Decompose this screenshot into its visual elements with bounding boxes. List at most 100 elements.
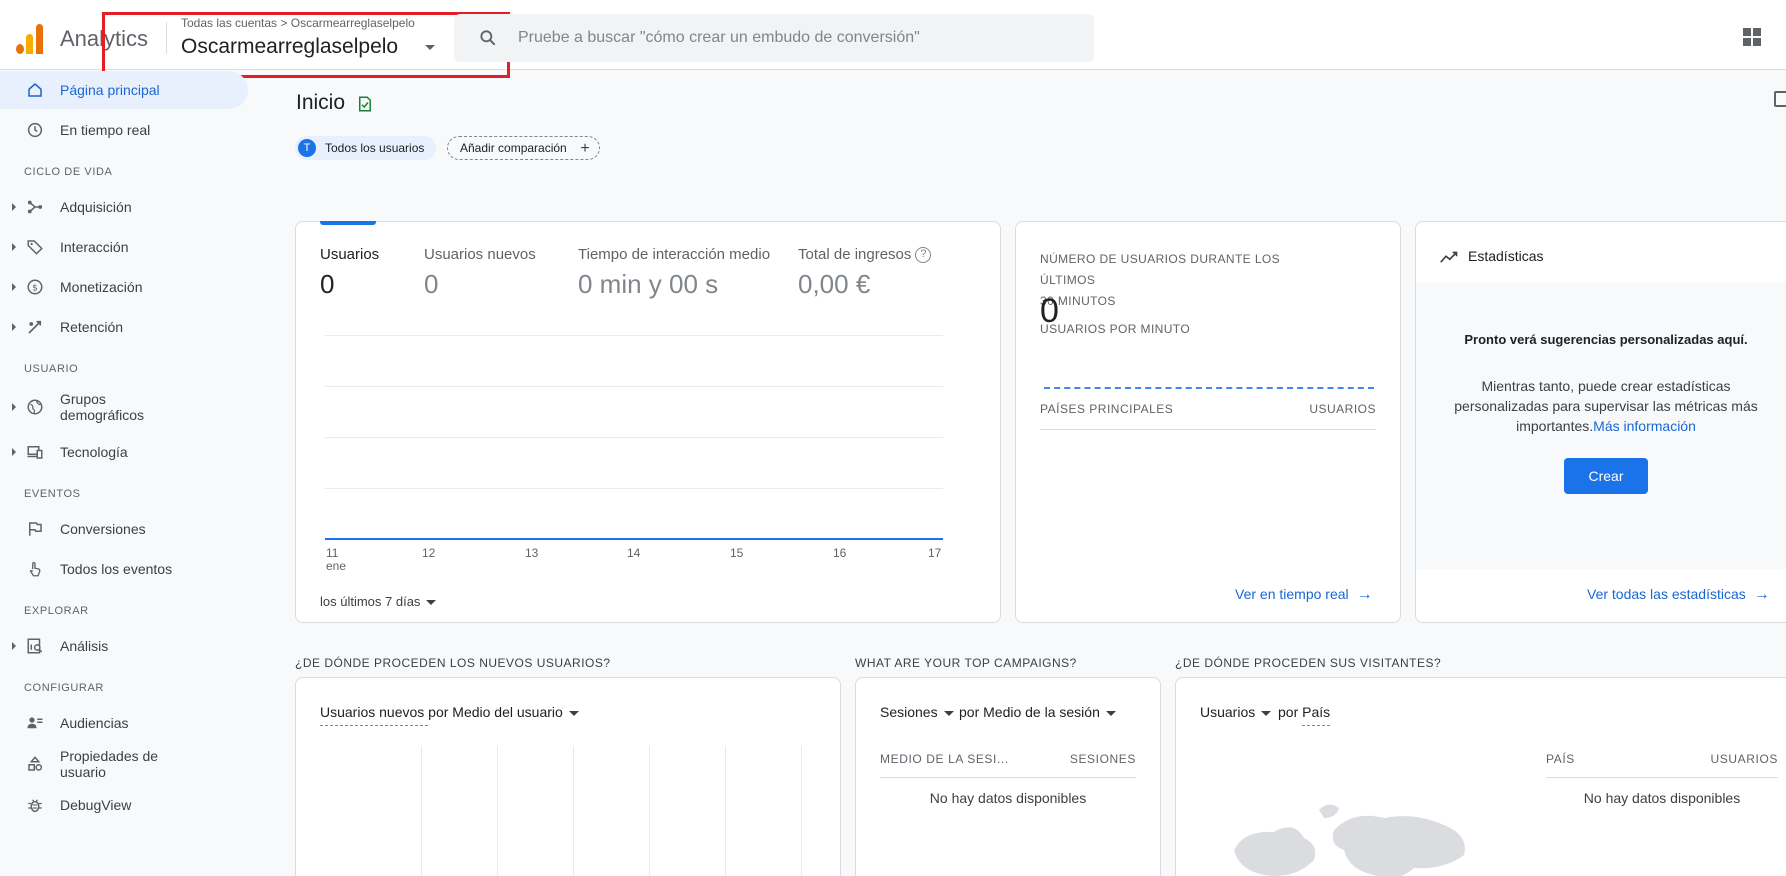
sidebar-item-conversions[interactable]: Conversiones — [0, 510, 248, 548]
selector-underline — [1302, 725, 1330, 726]
column-header: USUARIOS — [1710, 752, 1778, 766]
section-title-events: EVENTOS — [24, 488, 81, 500]
retention-icon — [28, 320, 42, 334]
dimension-selector[interactable]: Usuarios nuevos por Medio del usuario — [320, 704, 579, 720]
table-header: PAÍS USUARIOS — [1546, 752, 1778, 778]
sidebar-item-analysis[interactable]: Análisis — [0, 627, 248, 665]
plus-icon: + — [580, 140, 590, 157]
metric-users[interactable]: Usuarios 0 — [320, 246, 379, 300]
arrow-right-icon: → — [1356, 586, 1373, 603]
sidebar-item-label: Conversiones — [60, 521, 146, 537]
empty-state: No hay datos disponibles — [1583, 790, 1741, 806]
expand-arrow-icon[interactable] — [12, 448, 16, 456]
sidebar-item-label: Interacción — [60, 239, 129, 255]
expand-arrow-icon[interactable] — [12, 323, 16, 331]
more-info-link[interactable]: Más información — [1593, 418, 1696, 434]
insights-title: Estadísticas — [1468, 248, 1544, 264]
globe-icon — [27, 399, 43, 415]
sidebar-item-user-properties[interactable]: Propiedades de usuario — [0, 742, 248, 786]
x-tick: 16 — [833, 546, 847, 560]
sidebar-item-demographics[interactable]: Grupos demográficos — [0, 385, 248, 429]
home-icon — [28, 83, 42, 97]
metric-engagement-time[interactable]: Tiempo de interacción medio 0 min y 00 s — [578, 246, 770, 300]
top-bar: Analytics Todas las cuentas > Oscarmearr… — [0, 0, 1786, 78]
metric-label: Usuarios nuevos — [424, 246, 536, 263]
metric-value: 0,00 € — [798, 269, 871, 300]
sidebar-item-acquisition[interactable]: Adquisición — [0, 188, 248, 226]
sidebar-item-label: Audiencias — [60, 715, 129, 731]
visitors-card: Usuarios por País PAÍS USUARIOS No hay d… — [1175, 677, 1786, 876]
section-title-campaigns: WHAT ARE YOUR TOP CAMPAIGNS? — [855, 656, 1077, 670]
date-range-selector[interactable]: los últimos 7 días — [320, 594, 437, 609]
search-input[interactable]: Pruebe a buscar "cómo crear un embudo de… — [518, 29, 920, 47]
section-title-visitors: ¿DE DÓNDE PROCEDEN SUS VISITANTES? — [1175, 656, 1442, 670]
view-realtime-link[interactable]: Ver en tiempo real → — [1235, 586, 1373, 604]
x-tick: 11 — [326, 546, 339, 560]
section-title-new-users: ¿DE DÓNDE PROCEDEN LOS NUEVOS USUARIOS? — [295, 656, 611, 670]
acquisition-icon — [27, 200, 43, 214]
new-users-card: Usuarios nuevos por Medio del usuario — [295, 677, 841, 876]
sidebar-item-label: Análisis — [60, 638, 109, 654]
expand-arrow-icon[interactable] — [12, 243, 16, 251]
sidebar-item-label: En tiempo real — [60, 122, 151, 138]
touch-icon — [29, 561, 41, 577]
page-title: Inicio — [296, 91, 346, 114]
metric-label: Usuarios — [320, 246, 380, 263]
audience-icon — [27, 717, 43, 729]
metric-selector[interactable]: Usuarios — [1200, 704, 1272, 720]
insights-icon — [1440, 251, 1458, 263]
insights-body: Pronto verá sugerencias personalizadas a… — [1416, 282, 1786, 569]
column-header: PAÍSES PRINCIPALES — [1040, 402, 1174, 416]
table-header: PAÍSES PRINCIPALES USUARIOS — [1040, 402, 1376, 430]
sidebar-item-debugview[interactable]: DebugView — [0, 786, 248, 824]
column-header: MEDIO DE LA SESI... — [880, 752, 1009, 766]
sidebar-item-all-events[interactable]: Todos los eventos — [0, 550, 248, 588]
metric-new-users[interactable]: Usuarios nuevos 0 — [424, 246, 536, 300]
world-map — [1234, 804, 1465, 876]
section-title-lifecycle: CICLO DE VIDA — [24, 166, 113, 178]
sidebar-item-label: Adquisición — [60, 199, 132, 215]
dimension-selector[interactable]: por Medio de la sesión — [959, 704, 1116, 720]
gridline — [325, 437, 943, 438]
metric-label-row: Total de ingresos? — [798, 246, 932, 264]
sidebar-item-monetization[interactable]: $ Monetización — [0, 268, 248, 306]
gridline — [497, 746, 498, 876]
chip-label: Añadir comparación — [460, 141, 567, 155]
empty-state: No hay datos disponibles — [929, 790, 1087, 806]
create-button[interactable]: Crear — [1564, 458, 1648, 494]
sidebar-item-technology[interactable]: Tecnología — [0, 433, 248, 471]
gridline — [725, 746, 726, 876]
analytics-logo-icon[interactable] — [14, 22, 44, 54]
view-all-insights-link[interactable]: Ver todas las estadísticas → — [1587, 586, 1770, 604]
expand-arrow-icon[interactable] — [12, 403, 16, 411]
metric-revenue[interactable]: Total de ingresos? 0,00 € — [798, 246, 932, 300]
comparison-chip-all-users[interactable]: T Todos los usuarios — [295, 136, 437, 160]
overview-card: Usuarios 0 Usuarios nuevos 0 Tiempo de i… — [295, 221, 1001, 623]
realtime-title: NÚMERO DE USUARIOS DURANTE LOS ÚLTIMOS 30… — [1040, 252, 1281, 308]
gridline — [325, 386, 943, 387]
gridline — [325, 335, 943, 336]
sidebar-item-audiences[interactable]: Audiencias — [0, 704, 248, 742]
metric-selector[interactable]: Sesiones — [880, 704, 954, 720]
sidebar-item-label: Retención — [60, 319, 124, 335]
x-tick: 17 — [928, 546, 942, 560]
sidebar-item-engagement[interactable]: Interacción — [0, 228, 248, 266]
insights-text: Mientras tanto, puede crear estadísticas… — [1454, 378, 1758, 434]
sidebar-item-retention[interactable]: Retención — [0, 308, 248, 346]
add-comparison-button[interactable]: Añadir comparación + — [447, 136, 600, 160]
dimension-selector[interactable]: por País — [1278, 704, 1330, 720]
expand-arrow-icon[interactable] — [12, 283, 16, 291]
search-bar[interactable]: Pruebe a buscar "cómo crear un embudo de… — [454, 14, 1094, 62]
expand-arrow-icon[interactable] — [12, 642, 16, 650]
apps-grid-icon[interactable] — [1743, 28, 1761, 46]
help-icon[interactable]: ? — [915, 247, 932, 264]
table-header: MEDIO DE LA SESI... SESIONES — [880, 752, 1136, 778]
chevron-down-icon — [943, 710, 954, 716]
verified-check-icon[interactable] — [356, 95, 374, 113]
sidebar-item-home[interactable]: Página principal — [0, 71, 248, 109]
expand-arrow-icon[interactable] — [12, 203, 16, 211]
sidebar-item-realtime[interactable]: En tiempo real — [0, 111, 248, 149]
customize-report-icon[interactable] — [1774, 91, 1786, 107]
sidebar: Página principal En tiempo real CICLO DE… — [0, 70, 250, 876]
section-title-configure: CONFIGURAR — [24, 682, 104, 694]
